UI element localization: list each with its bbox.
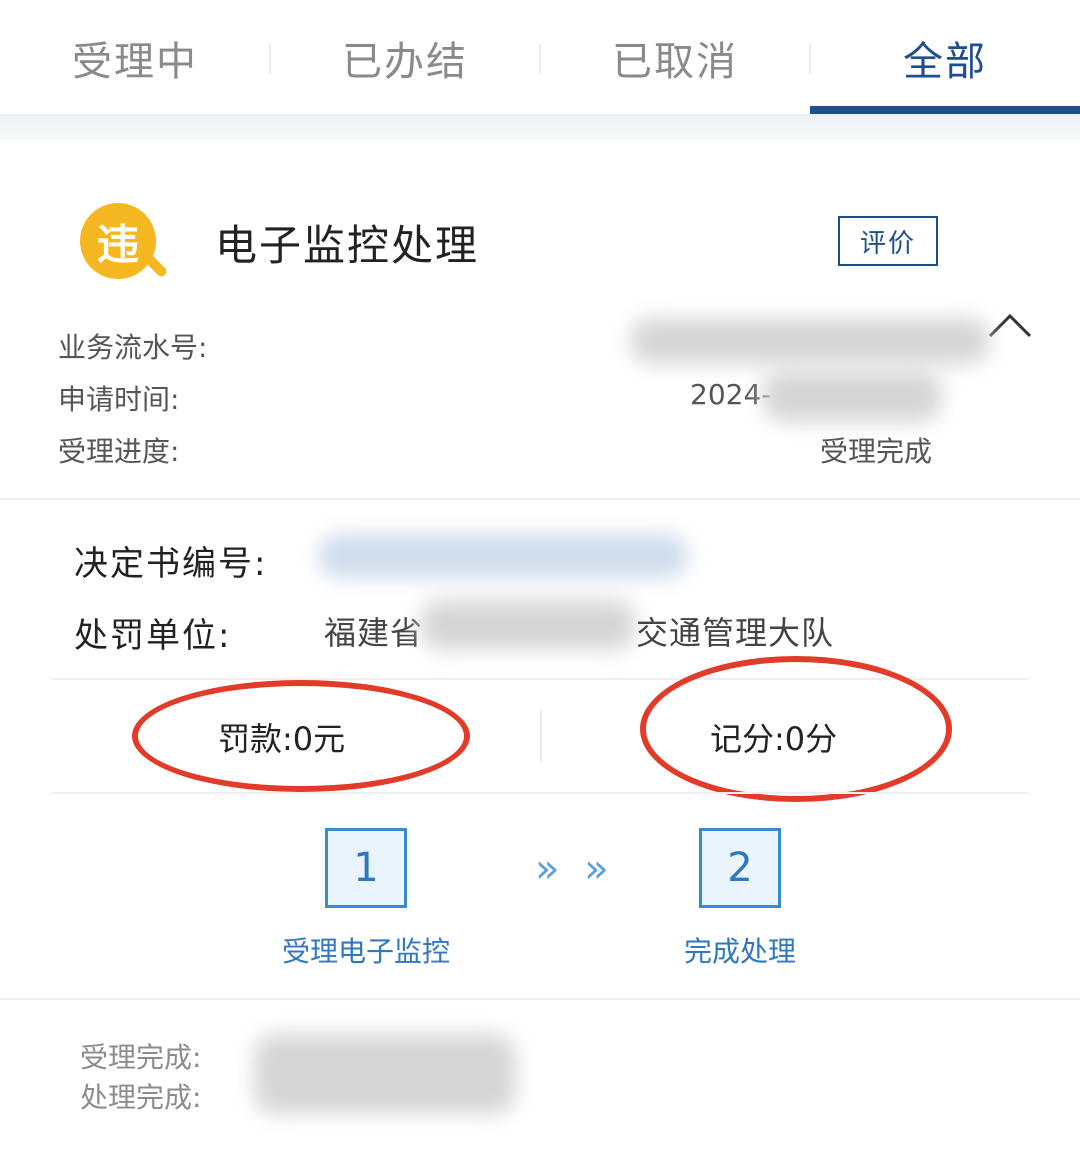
tab-cancelled[interactable]: 已取消 — [540, 0, 810, 116]
progress-label: 受理进度: — [58, 435, 180, 468]
timestamps-redacted — [254, 1034, 516, 1114]
chevron-up-icon[interactable] — [988, 312, 1032, 338]
serial-number-label: 业务流水号: — [58, 331, 208, 364]
apply-time-label: 申请时间: — [58, 383, 180, 416]
step-2-label: 完成处理 — [684, 935, 797, 968]
progress-value: 受理完成 — [820, 435, 933, 468]
step-1-label: 受理电子监控 — [282, 935, 451, 968]
apply-time-value: 2024- — [690, 378, 772, 411]
step-1-box: 1 — [325, 828, 407, 908]
violation-search-icon: 违 — [80, 203, 156, 279]
active-tab-indicator — [810, 106, 1080, 114]
penalty-unit-redacted — [420, 600, 636, 650]
section-gap — [0, 114, 1080, 140]
fine-highlight-circle — [132, 680, 470, 792]
tab-processing[interactable]: 受理中 — [0, 0, 270, 116]
tab-all[interactable]: 全部 — [810, 0, 1080, 116]
accepted-time-label: 受理完成: — [80, 1041, 202, 1074]
tab-completed[interactable]: 已办结 — [270, 0, 540, 116]
rate-button[interactable]: 评价 — [838, 216, 938, 266]
divider — [0, 498, 1080, 500]
serial-number-redacted — [630, 318, 990, 364]
card-title: 电子监控处理 — [215, 221, 480, 270]
penalty-unit-suffix: 交通管理大队 — [636, 614, 835, 652]
status-tab-bar: 受理中 已办结 已取消 全部 — [0, 0, 1080, 116]
stat-separator — [540, 710, 542, 762]
step-2-box: 2 — [699, 828, 781, 908]
decision-number-label: 决定书编号: — [74, 544, 268, 584]
penalty-unit-label: 处罚单位: — [74, 616, 232, 656]
double-chevron-right-icon: » » — [535, 846, 615, 892]
penalty-unit-prefix: 福建省 — [324, 614, 424, 652]
apply-time-redacted — [762, 370, 942, 422]
divider — [0, 998, 1080, 1000]
points-highlight-circle — [640, 656, 952, 802]
processed-time-label: 处理完成: — [80, 1081, 202, 1114]
divider — [52, 792, 1028, 794]
decision-number-redacted — [318, 534, 688, 578]
